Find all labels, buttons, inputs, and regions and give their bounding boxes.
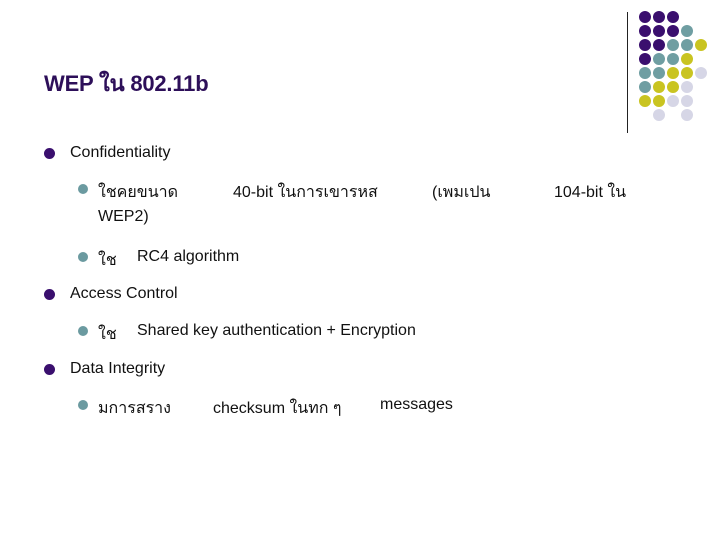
sub-bullet-icon	[78, 184, 88, 194]
decorative-dot	[681, 109, 693, 121]
text-segment: (เพมเปน	[432, 184, 491, 201]
text-segment: 104-bit ใน	[554, 184, 627, 201]
decorative-dot	[653, 53, 665, 65]
sub-bullet-icon	[78, 252, 88, 262]
decorative-dot	[653, 109, 665, 121]
decorative-dot	[681, 39, 693, 51]
decorative-vertical-line	[627, 12, 628, 133]
text-segment: ใช	[98, 252, 117, 269]
sub-bullet-icon	[78, 400, 88, 410]
text-segment: messages	[380, 396, 453, 413]
decorative-dot	[639, 39, 651, 51]
decorative-dot	[681, 81, 693, 93]
sub-bullet-icon	[78, 326, 88, 336]
decorative-dot	[667, 95, 679, 107]
text-segment: มการสราง	[98, 400, 171, 417]
decorative-dot	[667, 67, 679, 79]
decorative-dot	[653, 25, 665, 37]
decorative-dot	[653, 67, 665, 79]
text-segment: RC4 algorithm	[137, 248, 240, 265]
slide-title: WEP ใน 802.11b	[44, 71, 209, 96]
text-segment: ใช	[98, 326, 117, 343]
decorative-dot	[695, 67, 707, 79]
bullet-data-integrity: Data Integrity	[70, 360, 166, 377]
decorative-dot	[681, 95, 693, 107]
decorative-dot	[639, 81, 651, 93]
bullet-access-control: Access Control	[70, 285, 178, 302]
text-segment: ใชคยขนาด	[98, 184, 178, 201]
text-segment: 40-bit ในการเขารหส	[233, 184, 378, 201]
decorative-dot	[695, 39, 707, 51]
bullet-icon	[44, 289, 55, 300]
decorative-dot	[667, 39, 679, 51]
text-segment: checksum ในทก ๆ	[213, 400, 342, 417]
bullet-icon	[44, 364, 55, 375]
decorative-dot	[667, 81, 679, 93]
decorative-dot	[681, 25, 693, 37]
decorative-dot	[667, 11, 679, 23]
decorative-dot	[639, 67, 651, 79]
decorative-dot	[639, 25, 651, 37]
decorative-dot	[653, 39, 665, 51]
decorative-dot	[653, 95, 665, 107]
decorative-dot	[681, 53, 693, 65]
decorative-dot	[667, 25, 679, 37]
text-segment: Shared key authentication + Encryption	[137, 322, 416, 339]
decorative-dot	[667, 53, 679, 65]
decorative-dot	[639, 53, 651, 65]
decorative-dot	[639, 95, 651, 107]
bullet-confidentiality: Confidentiality	[70, 144, 171, 161]
decorative-dot	[653, 81, 665, 93]
decorative-dot	[639, 11, 651, 23]
bullet-icon	[44, 148, 55, 159]
sub-bullet-key-size-continuation: WEP2)	[98, 208, 149, 225]
decorative-dot	[653, 11, 665, 23]
decorative-dot	[681, 67, 693, 79]
